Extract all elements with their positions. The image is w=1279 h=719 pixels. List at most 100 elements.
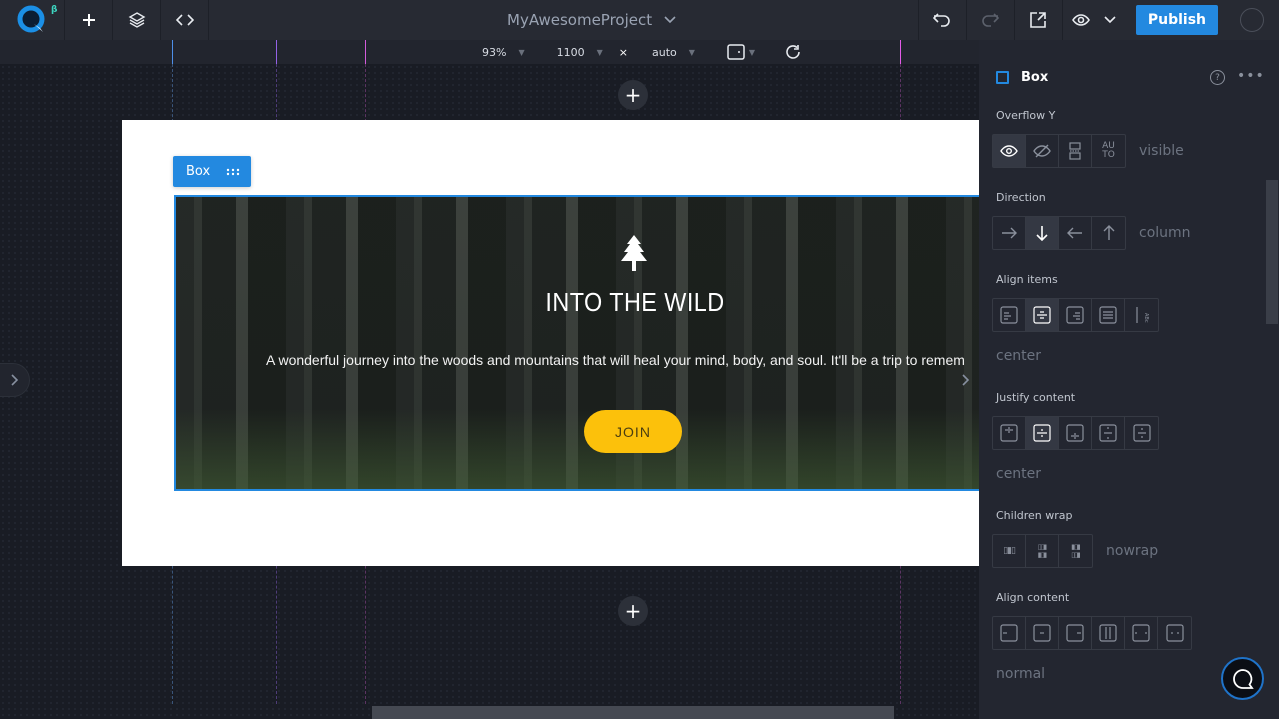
add-section-above-button[interactable]: + [618, 80, 648, 110]
justify-end-option[interactable] [1059, 417, 1092, 449]
more-options-icon[interactable]: ••• [1237, 68, 1265, 84]
layers-button[interactable] [113, 0, 161, 40]
wrap-reverse-option[interactable]: ▮▯▮ ▯▯▮ [1059, 535, 1092, 567]
scroll-icon [1069, 142, 1081, 160]
redo-button[interactable] [965, 0, 1014, 40]
forest-floor [176, 409, 979, 489]
join-button[interactable]: JOIN [584, 410, 682, 453]
breakpoint-marker[interactable] [276, 40, 277, 64]
align-center-icon [1033, 306, 1051, 324]
project-title[interactable]: MyAwesomeProject [507, 0, 676, 40]
user-avatar[interactable] [1240, 8, 1264, 32]
hero-box[interactable]: INTO THE WILD A wonderful journey into t… [174, 195, 979, 491]
align-content-stretch-icon [1099, 624, 1117, 642]
justify-space-between-option[interactable] [1092, 417, 1125, 449]
overflow-hidden-option[interactable] [1026, 135, 1059, 167]
overflow-scroll-option[interactable] [1059, 135, 1092, 167]
align-end-icon [1066, 306, 1084, 324]
direction-column-option[interactable] [1026, 217, 1059, 249]
refresh-button[interactable] [785, 44, 801, 60]
overflow-y-group: AU TO [992, 134, 1126, 168]
section-label-align-content: Align content [996, 591, 1070, 604]
justify-content-group [992, 416, 1159, 450]
direction-row-reverse-option[interactable] [1059, 217, 1092, 249]
overflow-y-value: visible [1139, 143, 1184, 159]
code-button[interactable] [161, 0, 209, 40]
viewport-height-input[interactable]: auto [652, 46, 677, 59]
arrow-down-icon [1036, 226, 1048, 241]
open-external-button[interactable] [1013, 0, 1062, 40]
justify-space-around-option[interactable] [1125, 417, 1158, 449]
align-content-space-between-option[interactable] [1125, 617, 1158, 649]
eye-off-icon [1033, 144, 1051, 158]
align-content-end-option[interactable] [1059, 617, 1092, 649]
design-canvas[interactable]: + Box INTO THE WILD A wonderful journey … [0, 64, 979, 719]
children-wrap-group: ▯▮▯ ▯▯▮ ▮▯▮ ▮▯▮ ▯▯▮ [992, 534, 1093, 568]
publish-button[interactable]: Publish [1135, 5, 1218, 35]
justify-space-around-icon [1132, 424, 1151, 442]
justify-center-option[interactable] [1026, 417, 1059, 449]
preview-button[interactable] [1061, 0, 1126, 40]
align-items-center-option[interactable] [1026, 299, 1059, 331]
app-logo[interactable]: β [0, 0, 65, 40]
direction-column-reverse-option[interactable] [1092, 217, 1125, 249]
layers-icon [128, 12, 145, 28]
add-element-button[interactable] [65, 0, 113, 40]
align-content-group [992, 616, 1192, 650]
selected-element-tag[interactable]: Box [173, 156, 251, 187]
direction-value: column [1139, 225, 1191, 241]
section-label-direction: Direction [996, 191, 1046, 204]
undo-icon [933, 13, 951, 27]
caret-down-icon: ▼ [596, 47, 603, 57]
device-frame-icon [727, 44, 745, 60]
undo-button[interactable] [917, 0, 966, 40]
direction-row-option[interactable] [993, 217, 1026, 249]
wrap-wrap-option[interactable]: ▯▯▮ ▮▯▮ [1026, 535, 1059, 567]
align-baseline-icon: ABc [1135, 307, 1149, 323]
section-label-overflow-y: Overflow Y [996, 109, 1056, 122]
align-items-stretch-option[interactable] [1092, 299, 1125, 331]
wrap-nowrap-option[interactable]: ▯▮▯ [993, 535, 1026, 567]
align-content-start-icon [1000, 624, 1018, 642]
align-items-end-option[interactable] [1059, 299, 1092, 331]
page-section[interactable]: Box INTO THE WILD A wonderful journey in… [122, 120, 979, 566]
chat-support-button[interactable] [1221, 657, 1264, 700]
horizontal-scrollbar[interactable] [372, 706, 894, 719]
properties-panel: Box ? ••• Overflow Y AU TO visible Direct… [979, 40, 1279, 719]
help-icon[interactable]: ? [1210, 70, 1225, 85]
pine-tree-icon [621, 235, 647, 271]
eye-icon [1000, 145, 1018, 157]
chevron-down-icon [1104, 16, 1116, 24]
breakpoint-marker[interactable] [172, 40, 173, 64]
justify-start-option[interactable] [993, 417, 1026, 449]
drag-handle-icon[interactable] [226, 168, 240, 176]
breakpoint-marker[interactable] [365, 40, 366, 64]
element-name: Box [1021, 70, 1049, 85]
logo-icon [17, 5, 45, 33]
children-wrap-value: nowrap [1106, 543, 1159, 559]
caret-down-icon: ▼ [748, 47, 756, 57]
refresh-icon [786, 45, 800, 59]
viewport-controls: 93% ▼ 1100 ▼ × auto ▼ ▼ [470, 40, 801, 64]
align-items-baseline-option[interactable]: ABc [1125, 299, 1158, 331]
align-content-space-around-option[interactable] [1158, 617, 1191, 649]
expand-right-button[interactable] [951, 360, 981, 400]
panel-scrollbar[interactable] [1266, 180, 1278, 324]
align-items-value: center [996, 348, 1042, 364]
align-content-center-option[interactable] [1026, 617, 1059, 649]
section-label-justify-content: Justify content [996, 391, 1076, 404]
device-frame-button[interactable] [727, 44, 745, 60]
overflow-auto-option[interactable]: AU TO [1092, 135, 1125, 167]
viewport-width-input[interactable]: 1100 [557, 46, 585, 59]
breakpoint-marker[interactable] [900, 40, 901, 64]
add-section-below-button[interactable]: + [618, 596, 648, 626]
align-items-start-option[interactable] [993, 299, 1026, 331]
toolbar-right: Publish [917, 0, 1279, 40]
align-content-stretch-option[interactable] [1092, 617, 1125, 649]
zoom-select[interactable]: 93% [482, 46, 506, 59]
section-label-align-items: Align items [996, 273, 1058, 286]
top-toolbar: β MyAwesomeProject Publish [0, 0, 1279, 40]
wrap-reverse-icon: ▮▯▮ ▯▯▮ [1071, 543, 1081, 559]
overflow-visible-option[interactable] [993, 135, 1026, 167]
align-content-start-option[interactable] [993, 617, 1026, 649]
